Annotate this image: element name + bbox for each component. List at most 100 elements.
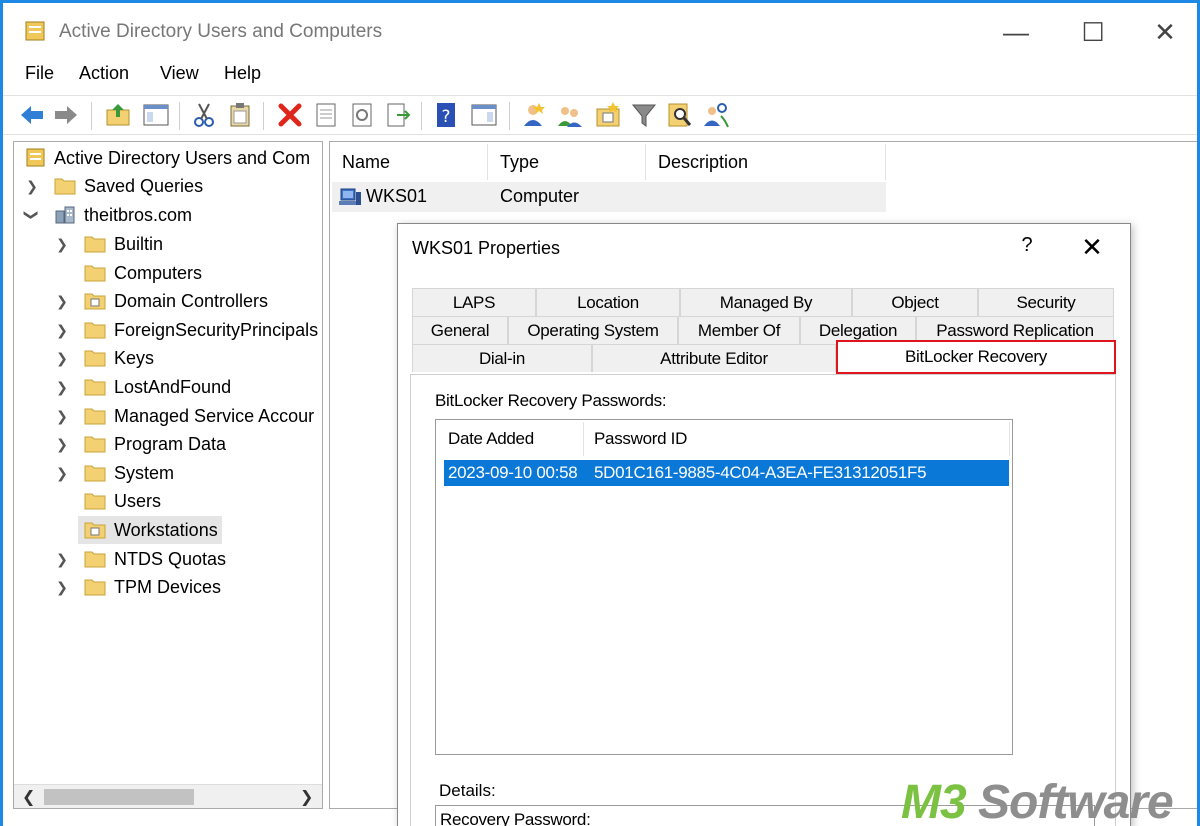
show-console-tree-icon[interactable] xyxy=(141,100,171,130)
tree-item[interactable]: ❯ TPM Devices xyxy=(52,573,322,601)
tree-item[interactable]: ❯ Keys xyxy=(52,344,322,372)
tree-item-label: Managed Service Accour xyxy=(114,406,315,426)
chevron-right-icon[interactable]: ❯ xyxy=(54,344,70,372)
filter-icon[interactable] xyxy=(629,100,659,130)
menu-file[interactable]: File xyxy=(25,63,54,84)
minimize-button[interactable]: — xyxy=(996,15,1036,49)
tree-item[interactable]: ❯ Domain Controllers xyxy=(52,287,322,315)
watermark-m3: M3 xyxy=(901,776,967,826)
tree-item-label: NTDS Quotas xyxy=(114,549,227,569)
column-header-password-id[interactable]: Password ID xyxy=(584,422,1010,456)
properties-icon[interactable] xyxy=(311,100,341,130)
paste-icon[interactable] xyxy=(225,100,255,130)
tree-item[interactable]: Workstations xyxy=(52,516,322,544)
computer-icon xyxy=(339,188,361,205)
column-header-date-added[interactable]: Date Added xyxy=(438,422,584,456)
tab-object[interactable]: Object xyxy=(852,288,978,316)
tree-item[interactable]: ❯ NTDS Quotas xyxy=(52,545,322,573)
folder-icon xyxy=(84,350,106,367)
chevron-right-icon[interactable]: ❯ xyxy=(54,459,70,487)
dialog-help-button[interactable]: ? xyxy=(1014,234,1040,257)
tab-security[interactable]: Security xyxy=(978,288,1114,316)
folder-icon xyxy=(84,408,106,425)
scrollbar-thumb[interactable] xyxy=(44,789,194,805)
chevron-right-icon[interactable]: ❯ xyxy=(54,430,70,458)
tree-item[interactable]: Users xyxy=(52,487,322,515)
tab-managed-by[interactable]: Managed By xyxy=(680,288,852,316)
tree-item[interactable]: ❯ System xyxy=(52,459,322,487)
tree-item[interactable]: ❯ Managed Service Accour xyxy=(52,402,322,430)
recovery-password-row[interactable]: 2023-09-10 00:58 5D01C161-9885-4C04-A3EA… xyxy=(444,460,1009,486)
tree-item-label: Domain Controllers xyxy=(114,291,269,311)
toolbar-separator xyxy=(421,102,422,130)
title-bar: Active Directory Users and Computers — ☐… xyxy=(3,3,1197,59)
back-arrow-icon[interactable] xyxy=(17,100,47,130)
action-pane-icon[interactable] xyxy=(469,100,499,130)
tree-item[interactable]: ❯ Program Data xyxy=(52,430,322,458)
tree-root[interactable]: Active Directory Users and Com xyxy=(22,144,322,172)
row-password-id: 5D01C161-9885-4C04-A3EA-FE31312051F5 xyxy=(594,463,927,482)
tree-item-label: System xyxy=(114,463,175,483)
tree-item[interactable]: ❯ ForeignSecurityPrincipals xyxy=(52,316,322,344)
new-group-icon[interactable] xyxy=(555,100,585,130)
row-name: WKS01 xyxy=(366,186,428,206)
chevron-right-icon[interactable]: ❯ xyxy=(54,402,70,430)
tree-item-saved-queries[interactable]: ❯ Saved Queries xyxy=(22,172,322,200)
tab-location[interactable]: Location xyxy=(536,288,680,316)
scroll-left-icon[interactable]: ❮ xyxy=(22,787,35,807)
tree-item[interactable]: ❯ Builtin xyxy=(52,230,322,258)
chevron-right-icon[interactable]: ❯ xyxy=(24,172,40,200)
cut-icon[interactable] xyxy=(189,100,219,130)
chevron-right-icon[interactable]: ❯ xyxy=(54,373,70,401)
forward-arrow-icon[interactable] xyxy=(51,100,81,130)
tree-item[interactable]: Computers xyxy=(52,259,322,287)
details-label: Details: xyxy=(439,781,496,800)
tree-item[interactable]: ❯ LostAndFound xyxy=(52,373,322,401)
column-header-description[interactable]: Description xyxy=(648,144,886,180)
menu-help[interactable]: Help xyxy=(224,63,261,84)
menu-view[interactable]: View xyxy=(160,63,199,84)
menu-action[interactable]: Action xyxy=(79,63,129,84)
refresh-icon[interactable] xyxy=(347,100,377,130)
tab-general[interactable]: General xyxy=(412,316,508,344)
tab-bitlocker-recovery[interactable]: BitLocker Recovery xyxy=(836,340,1116,374)
tree-item-label: Keys xyxy=(114,348,155,368)
chevron-down-icon[interactable]: ❯ xyxy=(18,207,46,223)
chevron-right-icon[interactable]: ❯ xyxy=(54,316,70,344)
tab-member-of[interactable]: Member Of xyxy=(678,316,800,344)
close-button[interactable]: ✕ xyxy=(1145,15,1185,49)
tree-item-domain[interactable]: ❯ theitbros.com xyxy=(22,201,322,229)
new-user-icon[interactable] xyxy=(519,100,549,130)
dialog-close-button[interactable]: ✕ xyxy=(1078,232,1106,263)
folder-icon xyxy=(54,178,76,195)
console-tree[interactable]: Active Directory Users and Com ❯ Saved Q… xyxy=(13,141,323,809)
up-folder-icon[interactable] xyxy=(103,100,133,130)
tab-dial-in[interactable]: Dial-in xyxy=(412,344,592,372)
tree-item-label: TPM Devices xyxy=(114,577,222,597)
tree-item-label: Builtin xyxy=(114,234,164,254)
tab-laps[interactable]: LAPS xyxy=(412,288,536,316)
chevron-right-icon[interactable]: ❯ xyxy=(54,287,70,315)
recovery-password-list[interactable]: Date Added Password ID 2023-09-10 00:58 … xyxy=(435,419,1013,755)
help-icon[interactable]: ? xyxy=(431,100,461,130)
scroll-right-icon[interactable]: ❯ xyxy=(300,787,313,807)
table-row[interactable]: WKS01 Computer xyxy=(332,182,886,212)
export-list-icon[interactable] xyxy=(383,100,413,130)
column-header-name[interactable]: Name xyxy=(332,144,488,180)
menu-bar: File Action View Help xyxy=(3,59,1197,91)
details-text: Recovery Password: xyxy=(440,810,591,826)
maximize-button[interactable]: ☐ xyxy=(1073,15,1113,49)
folder-icon xyxy=(84,379,106,396)
find-icon[interactable] xyxy=(665,100,695,130)
horizontal-scrollbar[interactable]: ❮ ❯ xyxy=(14,784,322,808)
new-ou-icon[interactable] xyxy=(593,100,623,130)
chevron-right-icon[interactable]: ❯ xyxy=(54,230,70,258)
tab-attribute-editor[interactable]: Attribute Editor xyxy=(592,344,836,372)
tab-operating-system[interactable]: Operating System xyxy=(508,316,678,344)
chevron-right-icon[interactable]: ❯ xyxy=(54,545,70,573)
column-header-type[interactable]: Type xyxy=(490,144,646,180)
delete-icon[interactable] xyxy=(275,100,305,130)
chevron-right-icon[interactable]: ❯ xyxy=(54,573,70,601)
folder-icon xyxy=(84,322,106,339)
add-to-group-icon[interactable] xyxy=(701,100,731,130)
